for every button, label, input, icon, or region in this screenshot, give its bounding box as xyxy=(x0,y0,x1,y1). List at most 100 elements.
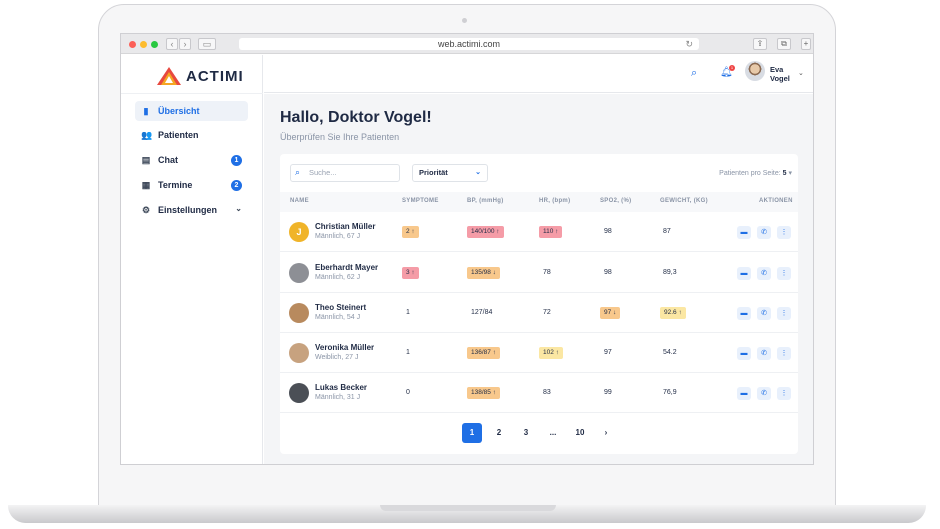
phone-icon[interactable]: ✆ xyxy=(757,267,771,280)
sidebar-item-label: Einstellungen xyxy=(158,205,218,215)
table-row[interactable]: Eberhardt Mayer Männlich, 62 J 3 ↑ 135/9… xyxy=(280,253,798,293)
main-content: Hallo, Doktor Vogel! Überprüfen Sie Ihre… xyxy=(264,94,813,464)
phone-icon[interactable]: ✆ xyxy=(757,307,771,320)
column-header[interactable]: GEWICHT, (kg) xyxy=(660,198,708,204)
termine-badge: 2 xyxy=(231,180,242,191)
sidebar-item-termine[interactable]: ▦ Termine 2 xyxy=(135,175,248,195)
chevron-down-icon: ⌄ xyxy=(475,169,481,176)
phone-icon[interactable]: ✆ xyxy=(757,387,771,400)
table-row[interactable]: Theo Steinert Männlich, 54 J 1 127/84 72… xyxy=(280,293,798,333)
hr-value: 78 xyxy=(543,269,551,276)
column-header[interactable]: NAME xyxy=(290,198,309,204)
page-ellipsis: ... xyxy=(549,428,557,437)
hr-value: 102 ↑ xyxy=(539,347,563,359)
table-row[interactable]: Lukas Becker Männlich, 31 J 0 138/85 ↑ 8… xyxy=(280,373,798,413)
chevron-down-icon[interactable]: ⌄ xyxy=(798,69,804,77)
search-input[interactable]: Suche... xyxy=(290,164,400,182)
column-header[interactable]: SPO2, (%) xyxy=(600,198,631,204)
bp-value: 140/100 ↑ xyxy=(467,226,504,238)
priority-select[interactable]: Priorität ⌄ xyxy=(412,164,488,182)
share-icon[interactable]: ⇪ xyxy=(753,38,767,50)
browser-toolbar: ‹ › ▭ web.actimi.com ↻ ⇪ ⧉ + xyxy=(121,34,813,54)
patient-info: Männlich, 67 J xyxy=(315,233,361,240)
message-icon[interactable]: ▬ xyxy=(737,226,751,239)
patient-name[interactable]: Eberhardt Mayer xyxy=(315,263,378,272)
more-icon[interactable]: ⋮ xyxy=(777,226,791,239)
column-header[interactable]: HR, (bpm) xyxy=(539,198,570,204)
divider xyxy=(121,93,263,94)
more-icon[interactable]: ⋮ xyxy=(777,347,791,360)
search-icon[interactable]: ⌕ xyxy=(691,67,697,80)
spo2-value: 97 xyxy=(604,349,612,356)
more-icon[interactable]: ⋮ xyxy=(777,267,791,280)
page-button-3[interactable]: 3 xyxy=(516,423,536,443)
page-button-1[interactable]: 1 xyxy=(462,423,482,443)
table-header: NAME SYMPTOME BP, (mmHg) HR, (bpm) SPO2,… xyxy=(280,192,798,212)
symptoms-value: 1 xyxy=(406,309,410,316)
more-icon[interactable]: ⋮ xyxy=(777,387,791,400)
column-header[interactable]: BP, (mmHg) xyxy=(467,198,504,204)
maximize-window-button[interactable] xyxy=(151,41,158,48)
back-icon[interactable]: ‹ xyxy=(166,38,178,50)
patient-info: Männlich, 54 J xyxy=(315,314,361,321)
weight-value: 87 xyxy=(663,228,671,235)
more-icon[interactable]: ⋮ xyxy=(777,307,791,320)
message-icon[interactable]: ▬ xyxy=(737,307,751,320)
priority-label: Priorität xyxy=(419,168,448,177)
avatar: J xyxy=(289,222,309,242)
sidebar-item-uebersicht[interactable]: ▮ Übersicht xyxy=(135,101,248,121)
forward-icon[interactable]: › xyxy=(179,38,191,50)
page-button-10[interactable]: 10 xyxy=(570,423,590,443)
reload-icon[interactable]: ↻ xyxy=(685,38,693,50)
sidebar-item-chat[interactable]: ▤ Chat 1 xyxy=(135,150,248,170)
hr-value: 83 xyxy=(543,389,551,396)
sidebar-item-label: Übersicht xyxy=(158,106,200,116)
sidebar-item-label: Termine xyxy=(158,180,193,190)
user-name[interactable]: Eva Vogel xyxy=(770,65,790,83)
phone-icon[interactable]: ✆ xyxy=(757,226,771,239)
avatar[interactable] xyxy=(745,61,765,81)
spo2-value: 98 xyxy=(604,228,612,235)
bp-value: 135/98 ↓ xyxy=(467,267,500,279)
bar-chart-icon: ▮ xyxy=(143,106,149,116)
patient-info: Männlich, 31 J xyxy=(315,394,361,401)
message-icon[interactable]: ▬ xyxy=(737,267,751,280)
patient-name[interactable]: Lukas Becker xyxy=(315,383,367,392)
per-page-selector[interactable]: Patienten pro Seite: 5 ▾ xyxy=(719,169,792,177)
sidebar-toggle-icon[interactable]: ▭ xyxy=(198,38,216,50)
new-tab-icon[interactable]: + xyxy=(801,38,811,50)
column-header[interactable]: SYMPTOME xyxy=(402,198,439,204)
gear-icon: ⚙ xyxy=(141,205,151,215)
patient-name[interactable]: Veronika Müller xyxy=(315,343,374,352)
table-row[interactable]: J Christian Müller Männlich, 67 J 2 ↑ 14… xyxy=(280,212,798,252)
spo2-value: 99 xyxy=(604,389,612,396)
close-window-button[interactable] xyxy=(129,41,136,48)
weight-value: 54.2 xyxy=(663,349,677,356)
sidebar-item-einstellungen[interactable]: ⚙ Einstellungen ⌄ xyxy=(135,200,248,220)
weight-value: 89,3 xyxy=(663,269,677,276)
patient-name[interactable]: Theo Steinert xyxy=(315,303,366,312)
phone-icon[interactable]: ✆ xyxy=(757,347,771,360)
user-first-name: Eva xyxy=(770,65,784,74)
message-icon[interactable]: ▬ xyxy=(737,387,751,400)
spo2-value: 97 ↓ xyxy=(600,307,621,319)
next-page-icon[interactable]: › xyxy=(596,423,616,443)
sidebar-item-label: Patienten xyxy=(158,130,199,140)
patient-name[interactable]: Christian Müller xyxy=(315,222,375,231)
minimize-window-button[interactable] xyxy=(140,41,147,48)
page-button-2[interactable]: 2 xyxy=(489,423,509,443)
table-row[interactable]: Veronika Müller Weiblich, 27 J 1 136/87 … xyxy=(280,333,798,373)
sidebar: ACTIMI ▮ Übersicht 👥 Patienten ▤ Chat 1 … xyxy=(121,55,263,464)
chevron-down-icon[interactable]: ⌄ xyxy=(235,204,242,213)
sidebar-item-patienten[interactable]: 👥 Patienten xyxy=(135,125,248,145)
per-page-label: Patienten pro Seite: xyxy=(719,170,781,177)
message-icon[interactable]: ▬ xyxy=(737,347,751,360)
column-header: AKTIONEN xyxy=(759,198,793,204)
bp-value: 138/85 ↑ xyxy=(467,387,500,399)
user-last-name: Vogel xyxy=(770,74,790,83)
brand-logo[interactable]: ACTIMI xyxy=(157,65,244,87)
spo2-value: 98 xyxy=(604,269,612,276)
address-bar[interactable]: web.actimi.com ↻ xyxy=(239,38,699,50)
patient-info: Weiblich, 27 J xyxy=(315,354,359,361)
tabs-icon[interactable]: ⧉ xyxy=(777,38,791,50)
